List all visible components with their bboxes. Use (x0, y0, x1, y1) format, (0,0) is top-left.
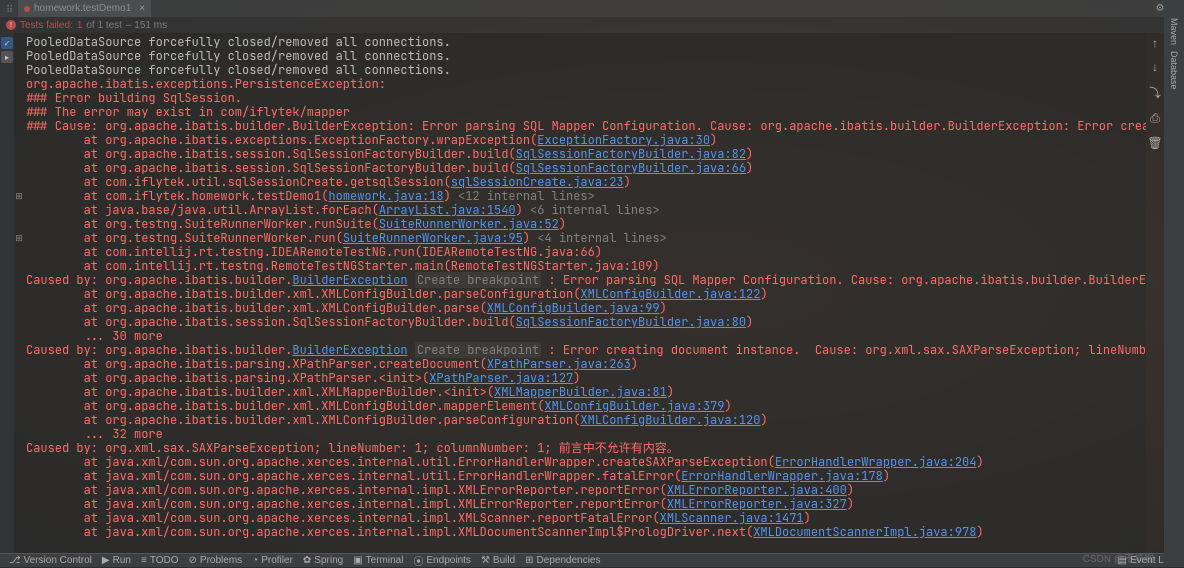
fold-icon[interactable]: ⊞ (14, 189, 24, 203)
bottom-tool-build[interactable]: ⚒Build (476, 553, 520, 568)
expand-button[interactable]: ▸ (1, 51, 13, 63)
console-line: at java.xml/com.sun.org.apache.xerces.in… (26, 455, 1146, 469)
console-line: at org.apache.ibatis.builder.xml.XMLConf… (26, 413, 1146, 427)
fail-status-icon: ! (6, 20, 16, 30)
bottom-tool-label: Endpoints (426, 555, 470, 566)
watermark-text: CSDN @不烦猴 (1083, 550, 1154, 565)
toggle-view-button[interactable]: ✓ (1, 37, 13, 49)
console-line: at java.xml/com.sun.org.apache.xerces.in… (26, 511, 1146, 525)
console-line: at com.intellij.rt.testng.RemoteTestNGSt… (26, 259, 1146, 273)
console-line: ### The error may exist in com/iflytek/m… (26, 105, 1146, 119)
console-line: at com.iflytek.util.sqlSessionCreate.get… (26, 175, 1146, 189)
console-line: at org.apache.ibatis.session.SqlSessionF… (26, 161, 1146, 175)
left-gutter: ✓ ▸ (0, 33, 14, 553)
version-control-icon: ⎇ (9, 555, 21, 566)
bottom-tool-label: Spring (314, 555, 343, 566)
bottom-tool-label: Terminal (366, 555, 404, 566)
problems-icon: ⊘ (189, 555, 197, 566)
console-line: at org.apache.ibatis.session.SqlSessionF… (26, 147, 1146, 161)
bottom-tool-label: Dependencies (537, 555, 601, 566)
tool-window-tabs: ⠿ homework.testDemo1 × ⚙ — (0, 0, 1184, 17)
spring-icon: ✿ (303, 555, 311, 566)
bottom-tool-label: Build (493, 555, 515, 566)
fail-dot-icon (24, 6, 30, 12)
duration: – 151 ms (126, 20, 167, 31)
source-link[interactable]: XMLConfigBuilder.java:120 (580, 412, 760, 428)
console-line: at java.xml/com.sun.org.apache.xerces.in… (26, 525, 1146, 539)
console-line: org.apache.ibatis.exceptions.Persistence… (26, 77, 1146, 91)
dependencies-icon: ⊞ (525, 555, 533, 566)
source-link[interactable]: XMLDocumentScannerImpl.java:978 (753, 524, 976, 540)
console-line: at org.apache.ibatis.builder.xml.XMLMapp… (26, 385, 1146, 399)
tab-label: homework.testDemo1 (34, 3, 131, 14)
console-line: Caused by: org.apache.ibatis.builder.Bui… (26, 343, 1146, 357)
terminal-icon: ▣ (353, 555, 362, 566)
fail-count: 1 (77, 20, 83, 31)
console-line: at java.base/java.util.ArrayList.forEach… (26, 203, 1146, 217)
bottom-tool-label: Problems (200, 555, 242, 566)
console-line: PooledDataSource forcefully closed/remov… (26, 49, 1146, 63)
corner-handle[interactable]: ⠿ (6, 5, 14, 13)
softwrap-icon[interactable]: ⤵ (1149, 84, 1161, 101)
up-arrow-icon[interactable]: ↑ (1152, 36, 1158, 50)
close-icon[interactable]: × (139, 3, 145, 14)
down-arrow-icon[interactable]: ↓ (1152, 60, 1158, 74)
bottom-tool-label: Run (113, 555, 131, 566)
test-status-bar: ! Tests failed: 1 of 1 test – 151 ms (0, 17, 1184, 33)
source-link[interactable]: SqlSessionFactoryBuilder.java:80 (516, 314, 746, 330)
console-line: ### Error building SqlSession. (26, 91, 1146, 105)
console-line: at java.xml/com.sun.org.apache.xerces.in… (26, 483, 1146, 497)
bottom-tool-run[interactable]: ▶Run (97, 553, 136, 568)
console-line: ⊞ at org.testng.SuiteRunnerWorker.run(Su… (26, 231, 1146, 245)
console-output[interactable]: PooledDataSource forcefully closed/remov… (14, 33, 1146, 553)
console-line: at org.apache.ibatis.builder.xml.XMLConf… (26, 301, 1146, 315)
console-line: Caused by: org.apache.ibatis.builder.Bui… (26, 273, 1146, 287)
console-line: ... 32 more (26, 427, 1146, 441)
bottom-tool-terminal[interactable]: ▣ Terminal (348, 553, 408, 568)
console-line: PooledDataSource forcefully closed/remov… (26, 35, 1146, 49)
bottom-tool-endpoints[interactable]: ⦿Endpoints (408, 553, 475, 568)
console-action-icons: ↑ ↓ ⤵ ⎙ 🗑 (1146, 36, 1164, 150)
database-tool[interactable]: Database (1169, 51, 1179, 90)
console-line: at com.intellij.rt.testng.IDEARemoteTest… (26, 245, 1146, 259)
test-tab[interactable]: homework.testDemo1 × (18, 0, 151, 17)
console-line: at java.xml/com.sun.org.apache.xerces.in… (26, 497, 1146, 511)
console-line: ⊞ at com.iflytek.homework.testDemo1(home… (26, 189, 1146, 203)
console-line: at org.apache.ibatis.session.SqlSessionF… (26, 315, 1146, 329)
print-icon[interactable]: ⎙ (1150, 111, 1160, 126)
endpoints-icon: ⦿ (413, 553, 423, 568)
trash-icon[interactable]: 🗑 (1147, 136, 1162, 150)
bottom-tool-bar: ⎇Version Control▶Run≡TODO⊘Problems◔Profi… (0, 553, 1184, 567)
bottom-tool-profiler[interactable]: ◔Profiler (247, 553, 298, 568)
console-line: ### Cause: org.apache.ibatis.builder.Bui… (26, 119, 1146, 133)
bottom-tool-todo[interactable]: ≡TODO (136, 553, 184, 568)
console-line: at org.apache.ibatis.builder.xml.XMLConf… (26, 399, 1146, 413)
bottom-tool-problems[interactable]: ⊘Problems (184, 553, 248, 568)
console-line: at org.apache.ibatis.parsing.XPathParser… (26, 371, 1146, 385)
maven-tool[interactable]: Maven (1169, 18, 1179, 45)
todo-icon: ≡ (141, 555, 147, 566)
console-line: Caused by: org.xml.sax.SAXParseException… (26, 441, 1146, 455)
fail-label: Tests failed: (20, 20, 73, 31)
bottom-tool-dependencies[interactable]: ⊞ Dependencies (520, 553, 605, 568)
console-line: at org.testng.SuiteRunnerWorker.runSuite… (26, 217, 1146, 231)
console-line: at org.apache.ibatis.builder.xml.XMLConf… (26, 287, 1146, 301)
bottom-tool-spring[interactable]: ✿Spring (298, 553, 348, 568)
of-text: of 1 test (86, 20, 122, 31)
bottom-tool-label: TODO (150, 555, 179, 566)
console-line: at java.xml/com.sun.org.apache.xerces.in… (26, 469, 1146, 483)
console-line: ... 30 more (26, 329, 1146, 343)
run-icon: ▶ (102, 555, 110, 566)
console-line: at org.apache.ibatis.parsing.XPathParser… (26, 357, 1146, 371)
console-line: PooledDataSource forcefully closed/remov… (26, 63, 1146, 77)
bottom-tool-label: Profiler (261, 555, 293, 566)
profiler-icon: ◔ (252, 555, 258, 566)
bottom-tool-version-control[interactable]: ⎇Version Control (4, 553, 97, 568)
fold-icon[interactable]: ⊞ (14, 231, 24, 245)
bottom-tool-label: Version Control (24, 555, 92, 566)
console-line: at org.apache.ibatis.exceptions.Exceptio… (26, 133, 1146, 147)
build-icon: ⚒ (481, 555, 490, 566)
right-tool-strip: Maven Database (1164, 0, 1184, 567)
